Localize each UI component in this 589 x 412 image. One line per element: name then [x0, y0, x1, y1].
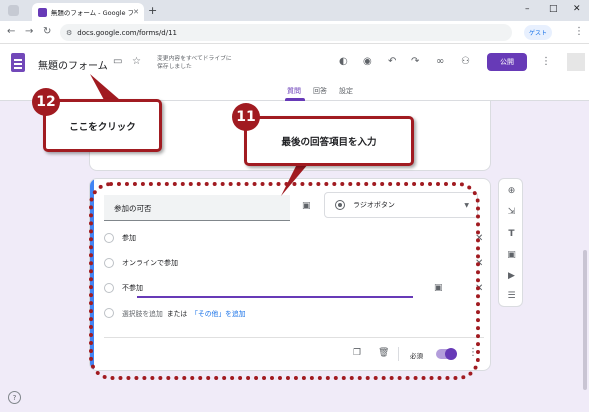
step11-badge: 11 — [232, 103, 260, 131]
step12-pointer — [90, 74, 120, 100]
highlight-ring — [89, 182, 480, 380]
step11-text: 最後の回答項目を入力 — [281, 137, 377, 148]
step12-badge: 12 — [32, 88, 60, 116]
step12-callout: ここをクリック — [43, 99, 162, 152]
step12-text: ここをクリック — [69, 121, 136, 133]
step11-callout: 最後の回答項目を入力 — [244, 116, 414, 166]
